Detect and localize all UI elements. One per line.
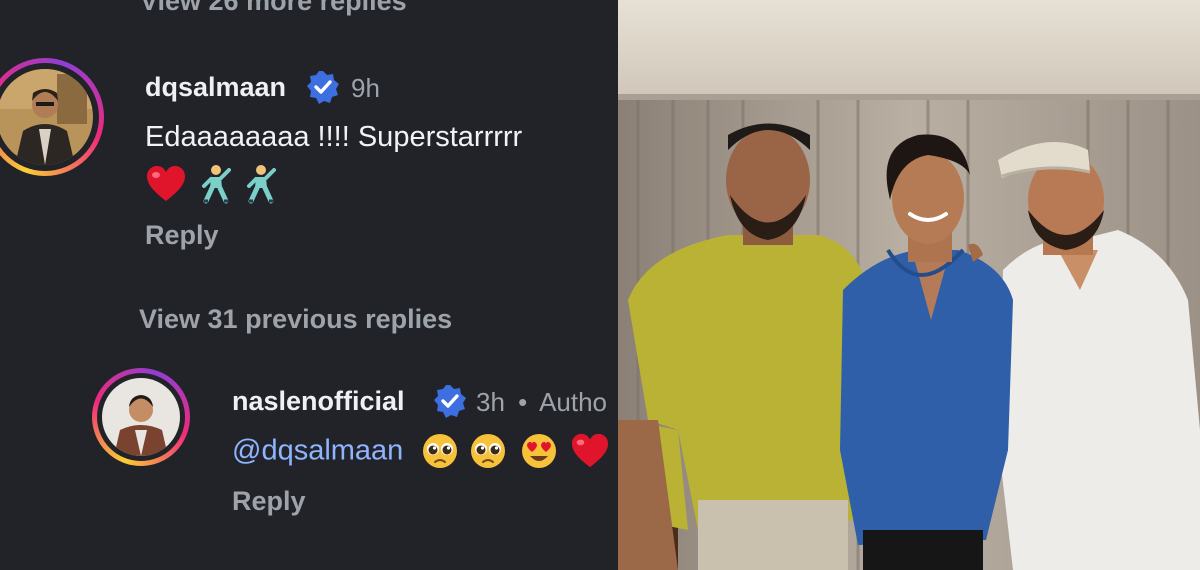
reply-button[interactable]: Reply [145, 220, 219, 251]
pleading-face-emoji [471, 434, 506, 468]
story-ring[interactable] [92, 368, 190, 466]
comment-timestamp: 9h [351, 73, 380, 103]
pleading-face-emoji [423, 434, 458, 468]
naslenofficial-avatar[interactable] [102, 378, 180, 456]
heart-eyes-emoji [521, 434, 556, 468]
post-photo[interactable] [618, 0, 1200, 570]
author-badge: Autho [539, 387, 608, 417]
red-heart-emoji [147, 166, 185, 201]
story-ring[interactable] [0, 58, 104, 176]
reply-button[interactable]: Reply [232, 486, 306, 517]
comment-text: @dqsalmaan [232, 432, 610, 476]
comment-meta: 3h • Autho [476, 387, 607, 418]
comment-text: Edaaaaaaaa !!!! Superstarrrrr [145, 121, 523, 153]
meta-separator: • [518, 387, 528, 417]
man-dancing-emoji [246, 165, 276, 204]
group-photo-image [618, 0, 1200, 570]
comments-panel: View 26 more replies dqsalmaan 9h Edaaaa… [0, 0, 618, 570]
comment-username[interactable]: dqsalmaan [145, 72, 286, 103]
dqsalmaan-avatar[interactable] [0, 69, 93, 165]
view-previous-replies-link[interactable]: View 31 previous replies [139, 304, 452, 335]
verified-badge-icon [307, 71, 339, 104]
red-heart-emoji [571, 433, 608, 468]
view-more-replies-link[interactable]: View 26 more replies [140, 0, 407, 17]
man-dancing-emoji [202, 165, 232, 204]
comment-emoji-row [145, 164, 278, 208]
comment-username[interactable]: naslenofficial [232, 386, 405, 417]
mention-link[interactable]: @dqsalmaan [232, 435, 403, 467]
comment-timestamp: 3h [476, 387, 505, 417]
verified-badge-icon [434, 385, 466, 418]
